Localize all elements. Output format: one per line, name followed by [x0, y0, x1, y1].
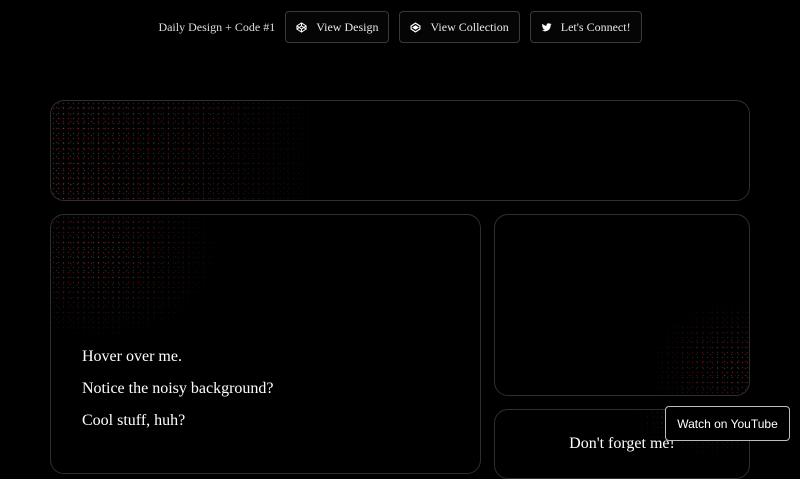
brand-title: Daily Design + Code #1 — [158, 19, 276, 34]
codepen-collection-icon — [410, 21, 421, 33]
view-design-label: View Design — [316, 19, 379, 34]
twitter-icon — [541, 22, 552, 33]
side-panel[interactable] — [494, 214, 750, 396]
view-design-button[interactable]: View Design — [285, 11, 390, 43]
hover-text: Hover over me. — [82, 348, 182, 365]
lets-connect-label: Let's Connect! — [560, 19, 631, 34]
noise-question-text: Notice the noisy background? — [82, 380, 274, 397]
main-panel[interactable]: Hover over me. Notice the noisy backgrou… — [50, 214, 481, 474]
noise-background — [51, 101, 749, 200]
noise-background — [495, 215, 749, 395]
main-text: Hover over me. Notice the noisy backgrou… — [82, 348, 274, 444]
view-collection-label: View Collection — [430, 19, 509, 34]
top-panel[interactable] — [50, 100, 750, 201]
cool-stuff-text: Cool stuff, huh? — [82, 412, 186, 429]
codepen-icon — [296, 21, 307, 33]
lets-connect-button[interactable]: Let's Connect! — [529, 11, 642, 43]
view-collection-button[interactable]: View Collection — [399, 11, 520, 43]
top-bar: Daily Design + Code #1 View Design View … — [0, 10, 800, 44]
watch-on-youtube-button[interactable]: Watch on YouTube — [665, 406, 790, 441]
